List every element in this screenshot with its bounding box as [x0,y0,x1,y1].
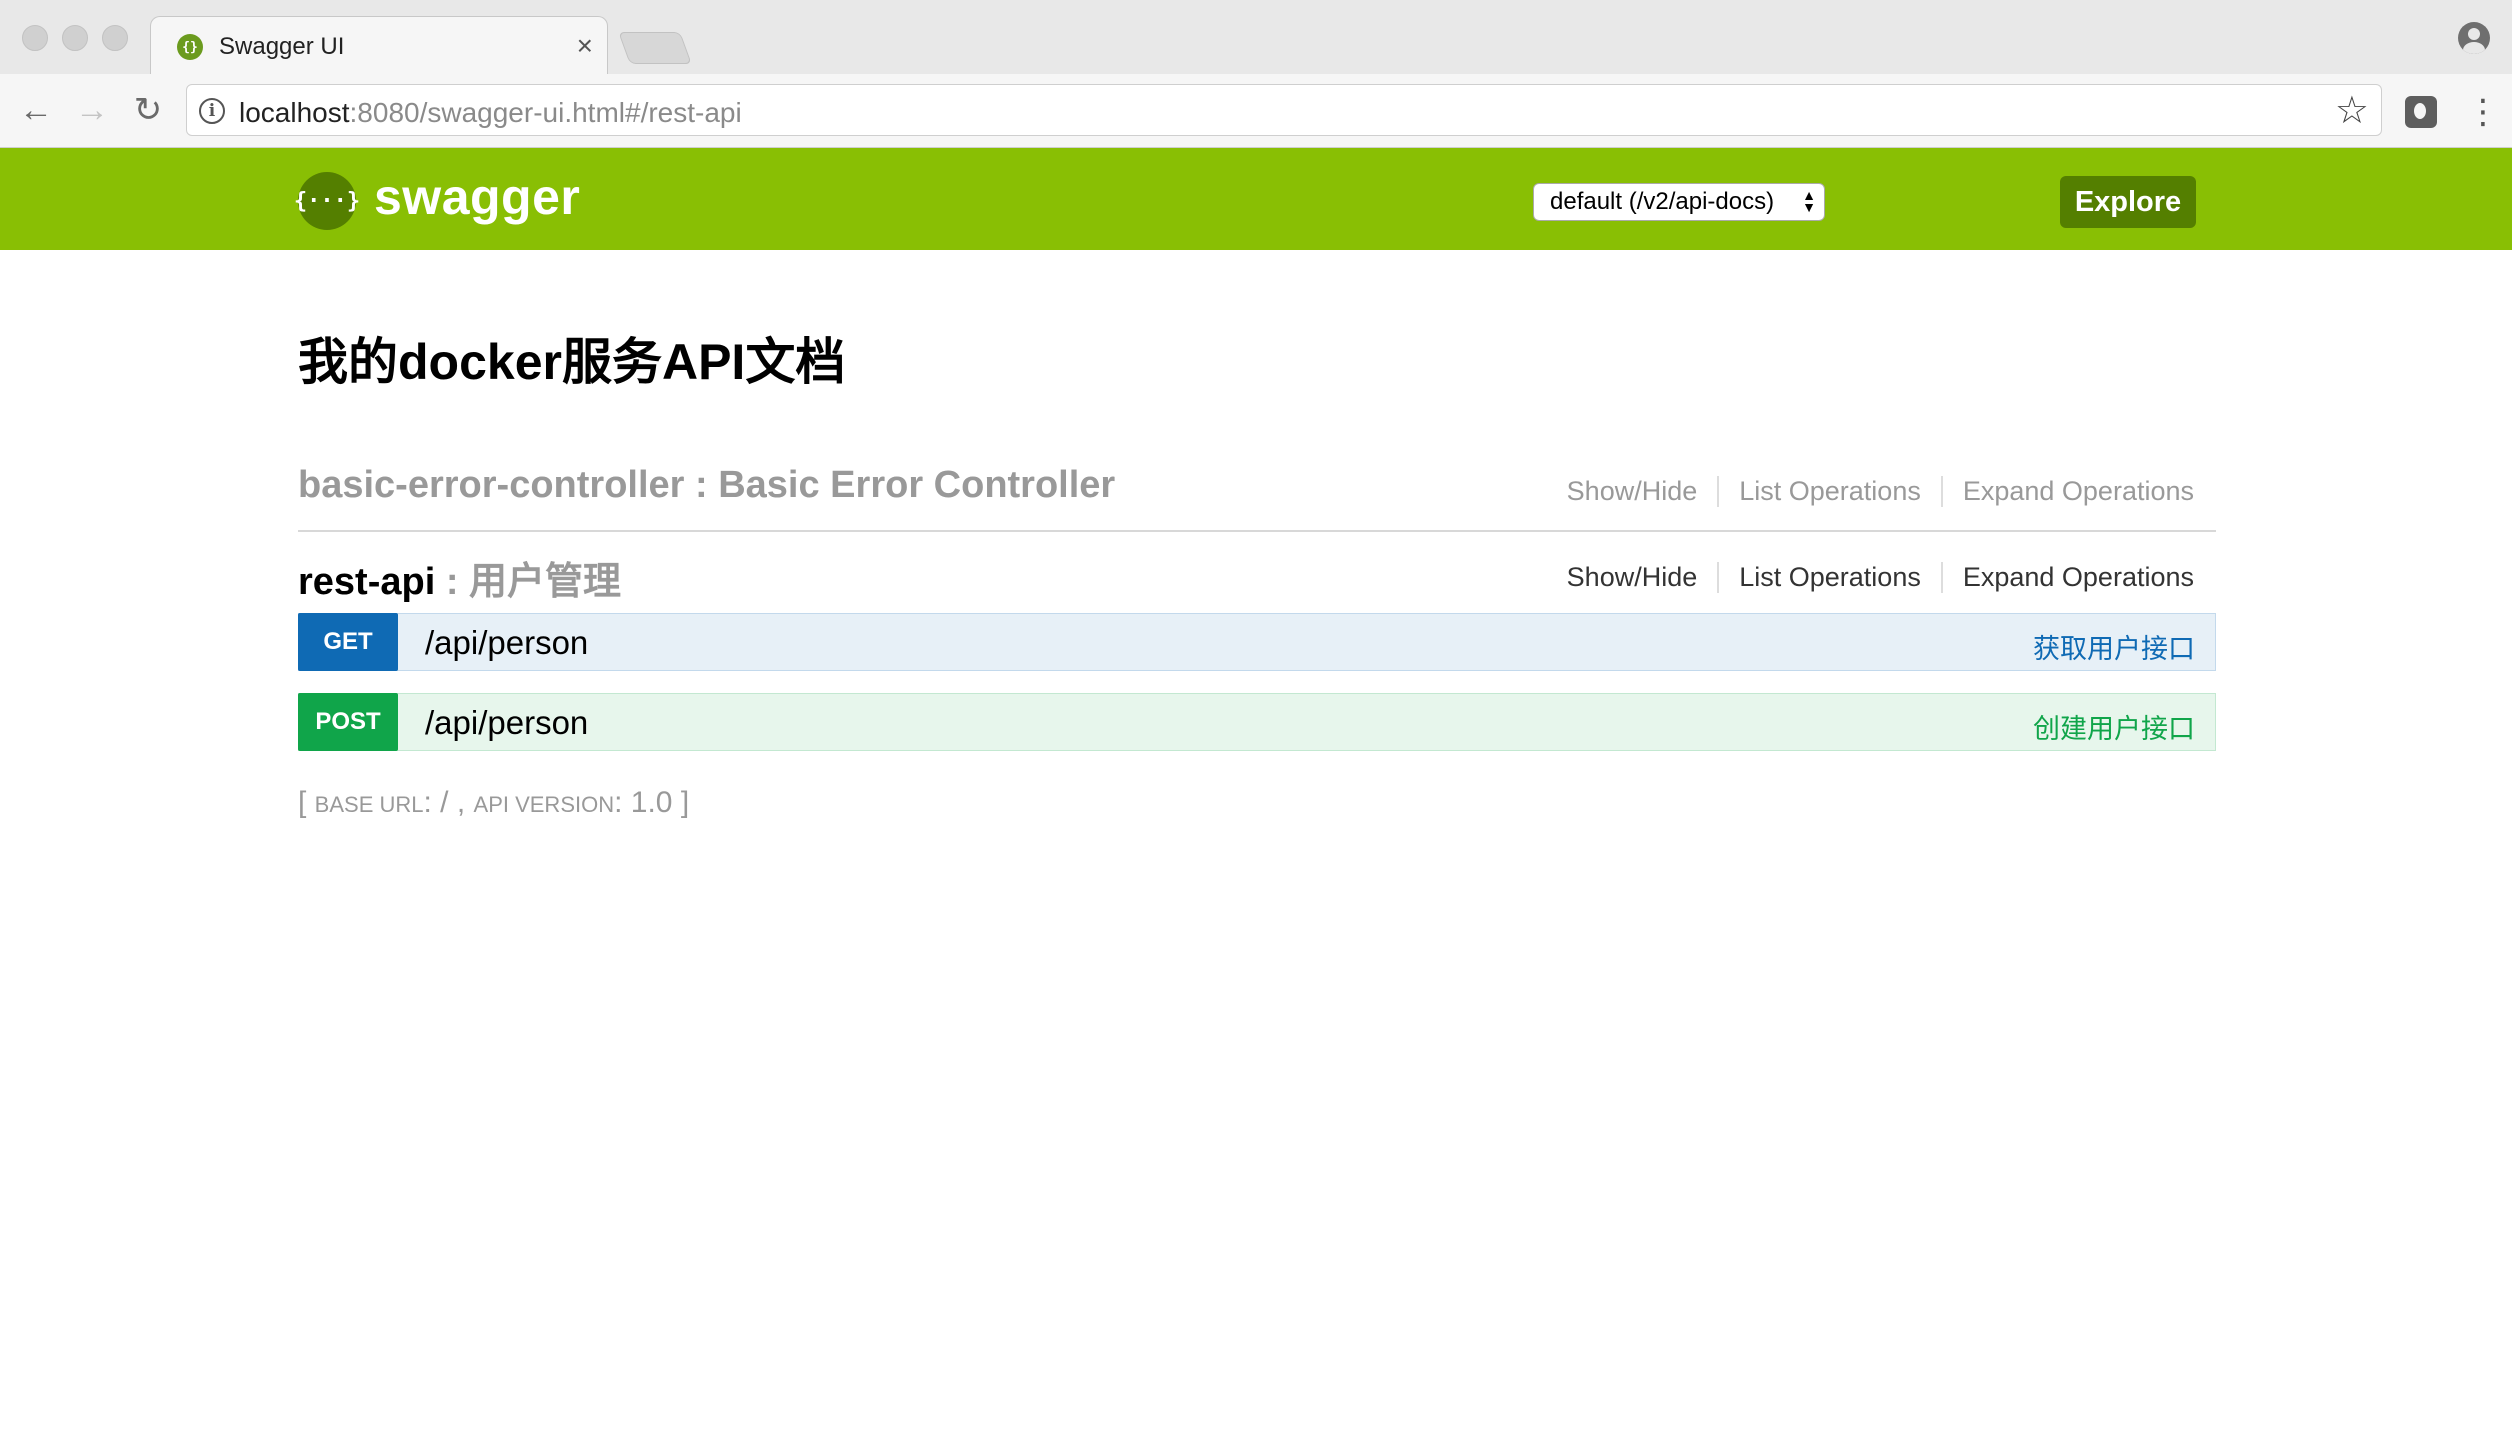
operation-summary[interactable]: 获取用户接口 [2033,627,2195,666]
url-host: localhost [239,97,350,128]
resource-rest-api: rest-api : 用户管理 Show/Hide List Operation… [298,540,2216,603]
window-close-button[interactable] [22,25,48,51]
base-url-value: : / , [423,786,474,819]
api-spec-select[interactable]: default (/v2/api-docs) ▲ ▼ [1533,183,1825,221]
show-hide-link[interactable]: Show/Hide [1567,476,1718,507]
select-arrows-icon: ▲ ▼ [1802,187,1816,215]
new-tab-button[interactable] [618,32,692,64]
resource-basic-error-controller: basic-error-controller : Basic Error Con… [298,454,2216,532]
resource-name[interactable]: basic-error-controller [298,464,684,506]
explore-button[interactable]: Explore [2060,176,2196,228]
swagger-header: {···} swagger default (/v2/api-docs) ▲ ▼ … [0,148,2512,250]
profile-icon[interactable] [2458,22,2490,54]
operation-path[interactable]: /api/person [425,624,588,662]
page-title: 我的docker服务API文档 [298,334,846,390]
resource-heading[interactable]: rest-api : 用户管理 [298,550,621,605]
swagger-favicon-icon: {} [177,34,203,60]
resource-links: Show/Hide List Operations Expand Operati… [1567,476,2194,507]
list-operations-link[interactable]: List Operations [1717,562,1941,593]
browser-toolbar: ← → ↻ i localhost:8080/swagger-ui.html#/… [0,74,2512,148]
evernote-extension-icon[interactable] [2405,96,2437,128]
tab-title: Swagger UI [219,33,345,60]
http-method-badge[interactable]: GET [298,613,398,671]
operation-summary[interactable]: 创建用户接口 [2033,707,2195,746]
tab-close-icon[interactable]: × [577,29,593,63]
back-arrow-icon[interactable]: ← [14,88,58,132]
url-text[interactable]: localhost:8080/swagger-ui.html#/rest-api [239,97,742,129]
resource-description: : 用户管理 [435,561,622,603]
forward-arrow-icon[interactable]: → [70,88,114,132]
api-info-footer: [ base url: / , api version: 1.0 ] [298,786,689,820]
expand-operations-link[interactable]: Expand Operations [1940,562,2194,593]
api-spec-select-value: default (/v2/api-docs) [1550,188,1775,215]
browser-tab[interactable]: {} Swagger UI × [150,16,608,76]
api-version-value: : 1.0 [614,786,681,819]
operation-get-api-person[interactable]: GET /api/person 获取用户接口 [298,613,2216,671]
operation-post-api-person[interactable]: POST /api/person 创建用户接口 [298,693,2216,751]
expand-operations-link[interactable]: Expand Operations [1940,476,2194,507]
resource-heading[interactable]: basic-error-controller : Basic Error Con… [298,464,1115,507]
info-icon[interactable]: i [199,98,225,124]
http-method-badge[interactable]: POST [298,693,398,751]
operation-path[interactable]: /api/person [425,704,588,742]
bookmark-star-icon[interactable]: ☆ [2335,89,2369,133]
resource-name[interactable]: rest-api [298,561,435,603]
show-hide-link[interactable]: Show/Hide [1567,562,1718,593]
footer-open-bracket: [ [298,786,315,819]
api-version-label: api version [473,792,615,817]
browser-menu-icon[interactable]: ⋮ [2466,92,2500,132]
resource-links: Show/Hide List Operations Expand Operati… [1567,562,2194,593]
window-minimize-button[interactable] [62,25,88,51]
window-maximize-button[interactable] [102,25,128,51]
swagger-brand[interactable]: swagger [374,168,580,226]
url-path: :8080/swagger-ui.html#/rest-api [349,97,742,128]
footer-close-bracket: ] [680,786,690,819]
swagger-logo-icon: {···} [294,172,360,230]
list-operations-link[interactable]: List Operations [1717,476,1941,507]
resource-description: : Basic Error Controller [684,464,1116,506]
base-url-label: base url [314,792,424,817]
browser-tab-bar: {} Swagger UI × [0,0,2512,76]
address-bar[interactable]: i localhost:8080/swagger-ui.html#/rest-a… [186,84,2382,136]
reload-icon[interactable]: ↻ [126,88,170,132]
